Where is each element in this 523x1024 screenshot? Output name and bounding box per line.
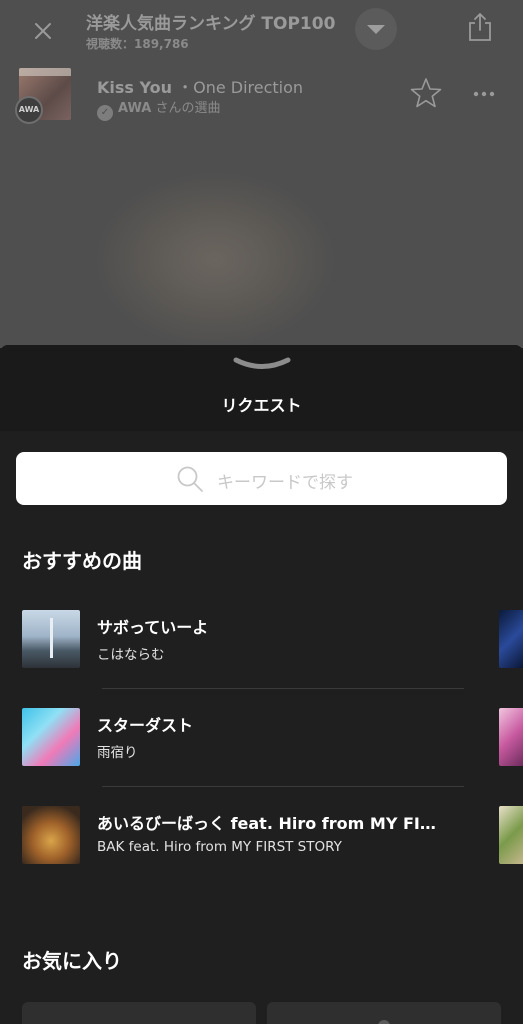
song-title: サボっていーよ: [97, 618, 209, 637]
song-artist: BAK feat. Hiro from MY FIRST STORY: [97, 839, 342, 855]
song-artist: 雨宿り: [97, 745, 138, 761]
close-icon[interactable]: [30, 18, 56, 44]
recommended-heading: おすすめの曲: [22, 549, 142, 573]
view-count: 視聴数：189,786: [86, 37, 189, 51]
playlist-title: 洋楽人気曲ランキング TOP100: [86, 14, 336, 34]
favorite-card[interactable]: [22, 1002, 256, 1024]
verified-check-icon: ✓: [97, 105, 113, 121]
divider: [102, 786, 464, 787]
collapse-player-button[interactable]: [355, 8, 397, 50]
next-column-artwork: [499, 708, 523, 766]
chevron-down-icon: [367, 25, 385, 34]
song-item[interactable]: サボっていーよ こはならむ: [0, 610, 523, 708]
share-icon[interactable]: [466, 12, 494, 42]
sheet-title: リクエスト: [221, 396, 302, 415]
search-placeholder: キーワードで探す: [217, 473, 353, 493]
song-artist: こはならむ: [97, 647, 165, 663]
search-icon: [177, 466, 203, 492]
sheet-header: リクエスト: [0, 345, 523, 431]
next-column-artwork: [499, 610, 523, 668]
song-item[interactable]: スターダスト 雨宿り: [0, 708, 523, 806]
track-artist: One Direction: [193, 78, 304, 97]
player-background: 洋楽人気曲ランキング TOP100 視聴数：189,786 AWA Kiss Y…: [0, 0, 523, 348]
favorite-card[interactable]: [267, 1002, 501, 1024]
now-playing-track[interactable]: Kiss You ・One Direction: [97, 74, 303, 98]
sheet-handle-chevron-icon[interactable]: [233, 357, 291, 371]
song-artwork: [22, 806, 80, 864]
search-input[interactable]: キーワードで探す: [16, 452, 507, 505]
favorites-heading: お気に入り: [22, 949, 122, 973]
song-item[interactable]: あいるびーばっく feat. Hiro from MY FIRST STORY …: [0, 806, 523, 904]
more-options-icon[interactable]: [472, 90, 496, 98]
curator-suffix: さんの選曲: [155, 101, 221, 116]
star-icon[interactable]: [410, 77, 442, 109]
awa-logo-badge: AWA: [15, 96, 43, 124]
song-title: あいるびーばっく feat. Hiro from MY FIRST STORY: [97, 814, 442, 833]
song-artwork: [22, 610, 80, 668]
next-column-artwork: [499, 806, 523, 864]
divider: [102, 688, 464, 689]
track-title: Kiss You: [97, 78, 172, 97]
song-artwork: [22, 708, 80, 766]
separator-dot: ・: [177, 78, 194, 97]
curator-name: AWA: [118, 101, 152, 116]
song-title: スターダスト: [97, 716, 194, 735]
curator-line: ✓ AWA さんの選曲: [97, 97, 220, 121]
